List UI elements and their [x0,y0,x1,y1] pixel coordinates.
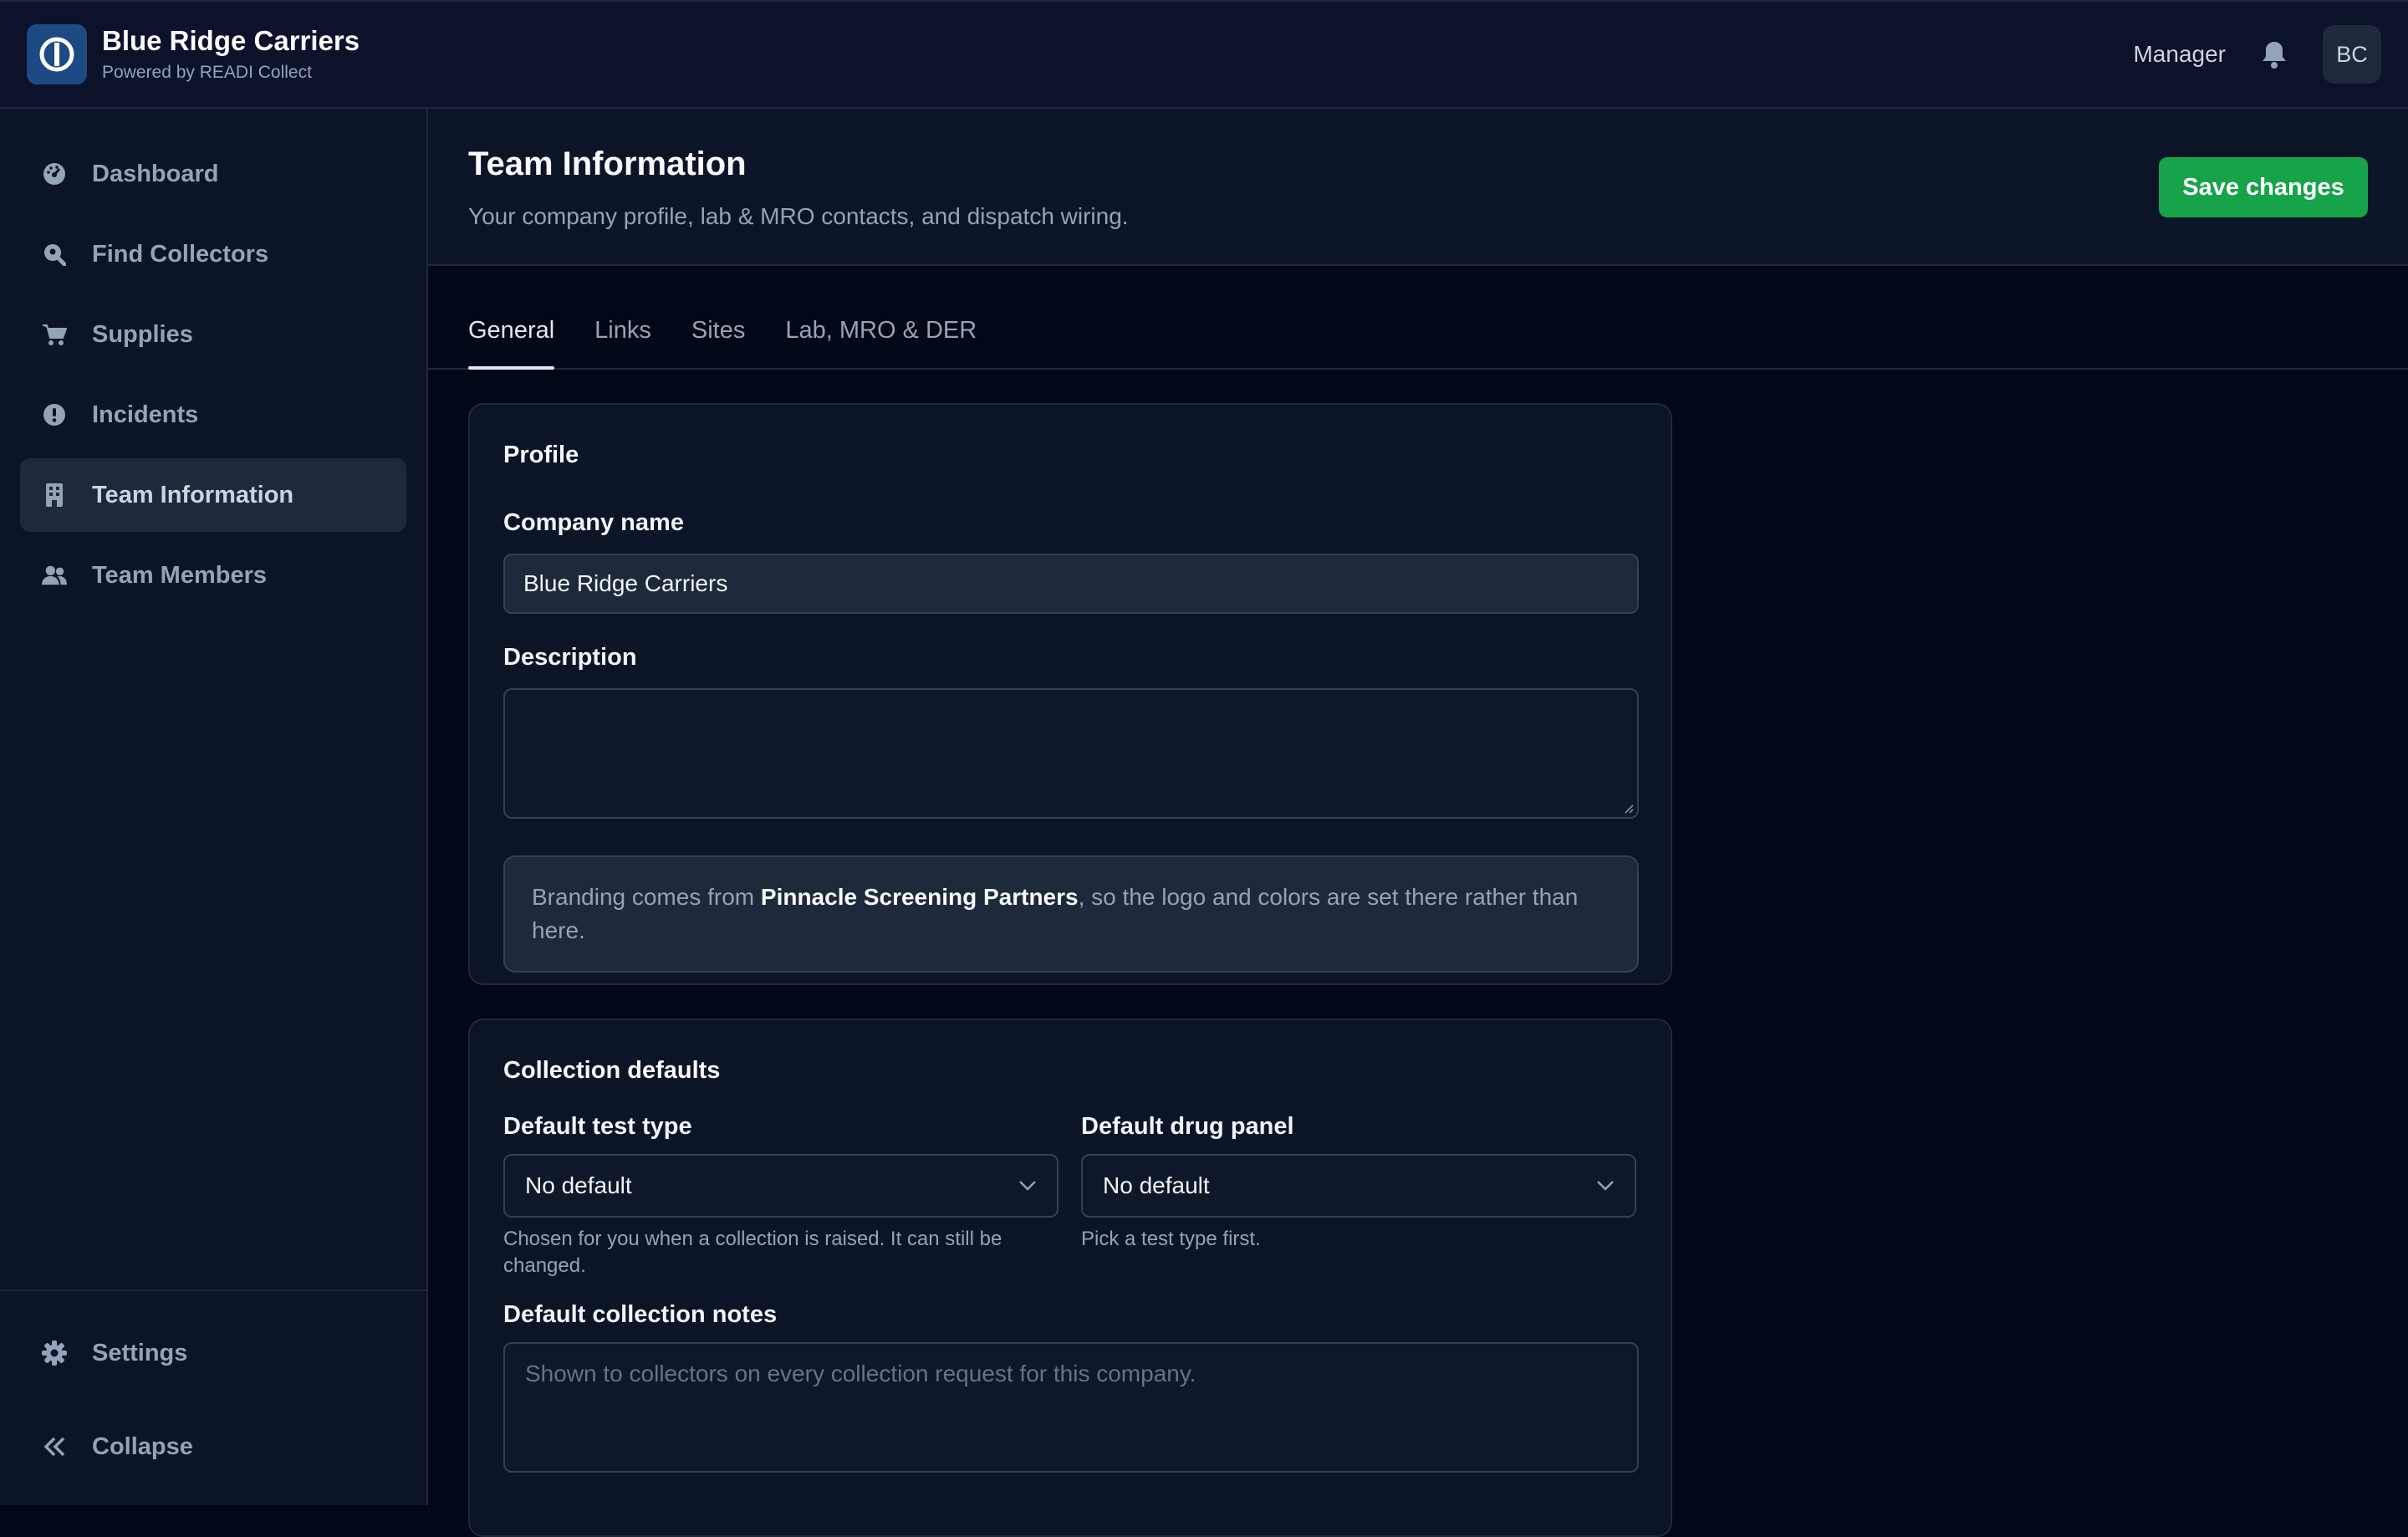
chevron-down-icon [1597,1181,1614,1191]
users-icon [42,563,67,588]
brand-logo-icon [27,24,87,84]
default-drug-panel-help: Pick a test type first. [1081,1228,1261,1250]
main-content: Team Information Your company profile, l… [428,109,2408,1537]
company-name-input[interactable]: Blue Ridge Carriers [503,554,1639,614]
search-location-icon [42,242,67,267]
tab-sites[interactable]: Sites [691,317,745,368]
page-subtitle: Your company profile, lab & MRO contacts… [468,203,1129,229]
collection-defaults-title: Collection defaults [503,1057,721,1084]
description-textarea[interactable] [503,688,1639,819]
default-collection-notes-textarea[interactable]: Shown to collectors on every collection … [503,1342,1639,1473]
description-label: Description [503,644,637,671]
top-bar: Blue Ridge Carriers Powered by READI Col… [0,0,2408,109]
chevron-down-icon [1019,1181,1036,1191]
sidebar-item-supplies[interactable]: Supplies [20,298,406,371]
branding-note-prefix: Branding comes from [532,884,761,910]
default-drug-panel-label: Default drug panel [1081,1113,1294,1140]
alert-circle-icon [42,402,67,427]
sidebar-item-dashboard[interactable]: Dashboard [20,137,406,211]
sidebar-item-team-information[interactable]: Team Information [20,458,406,532]
sidebar-item-label: Collapse [92,1432,193,1460]
sidebar-item-settings[interactable]: Settings [20,1316,406,1390]
branding-note: Branding comes from Pinnacle Screening P… [503,855,1639,973]
sidebar-item-label: Team Information [92,481,294,508]
sidebar-item-label: Supplies [92,320,193,348]
sidebar-item-label: Find Collectors [92,240,269,268]
tab-bar: General Links Sites Lab, MRO & DER [428,266,2408,370]
default-test-type-label: Default test type [503,1113,692,1140]
sidebar-item-team-members[interactable]: Team Members [20,539,406,612]
tab-lab-mro-der[interactable]: Lab, MRO & DER [785,317,977,368]
profile-card: Profile Company name Blue Ridge Carriers… [468,403,1672,985]
save-button[interactable]: Save changes [2159,157,2368,217]
brand-subtitle: Powered by READI Collect [102,63,312,83]
resize-handle-icon[interactable] [1622,802,1634,814]
cart-icon [42,322,67,347]
sidebar-item-label: Team Members [92,561,267,589]
dashboard-gauge-icon [42,161,67,186]
bell-icon[interactable] [2259,39,2289,69]
chevrons-left-icon [42,1434,67,1459]
default-test-type-value: No default [525,1172,632,1198]
gear-icon [42,1340,67,1366]
default-drug-panel-select[interactable]: No default [1081,1154,1636,1218]
page-title: Team Information [468,146,747,182]
default-collection-notes-label: Default collection notes [503,1301,778,1328]
default-test-type-select[interactable]: No default [503,1154,1059,1218]
tab-links[interactable]: Links [594,317,651,368]
page-header: Team Information Your company profile, l… [428,109,2408,266]
brand-name: Blue Ridge Carriers [102,24,360,56]
tab-general[interactable]: General [468,317,555,370]
sidebar-item-label: Dashboard [92,160,219,187]
brand[interactable]: Blue Ridge Carriers Powered by READI Col… [27,24,360,84]
avatar[interactable]: BC [2323,25,2381,84]
sidebar-item-label: Incidents [92,401,199,428]
profile-card-title: Profile [503,442,579,468]
sidebar-item-label: Settings [92,1339,188,1366]
role-switcher[interactable]: Manager [2133,41,2226,68]
sidebar-item-find-collectors[interactable]: Find Collectors [20,217,406,291]
branding-partner-name: Pinnacle Screening Partners [760,884,1079,910]
collection-defaults-card: Collection defaults Default test type No… [468,1019,1672,1537]
default-drug-panel-value: No default [1103,1172,1210,1198]
sidebar: Dashboard Find Collectors Supplies Incid… [0,109,428,1505]
building-icon [42,483,67,508]
company-name-label: Company name [503,509,684,536]
sidebar-collapse-button[interactable]: Collapse [20,1410,406,1483]
default-test-type-help: Chosen for you when a collection is rais… [503,1228,1002,1277]
sidebar-item-incidents[interactable]: Incidents [20,378,406,452]
